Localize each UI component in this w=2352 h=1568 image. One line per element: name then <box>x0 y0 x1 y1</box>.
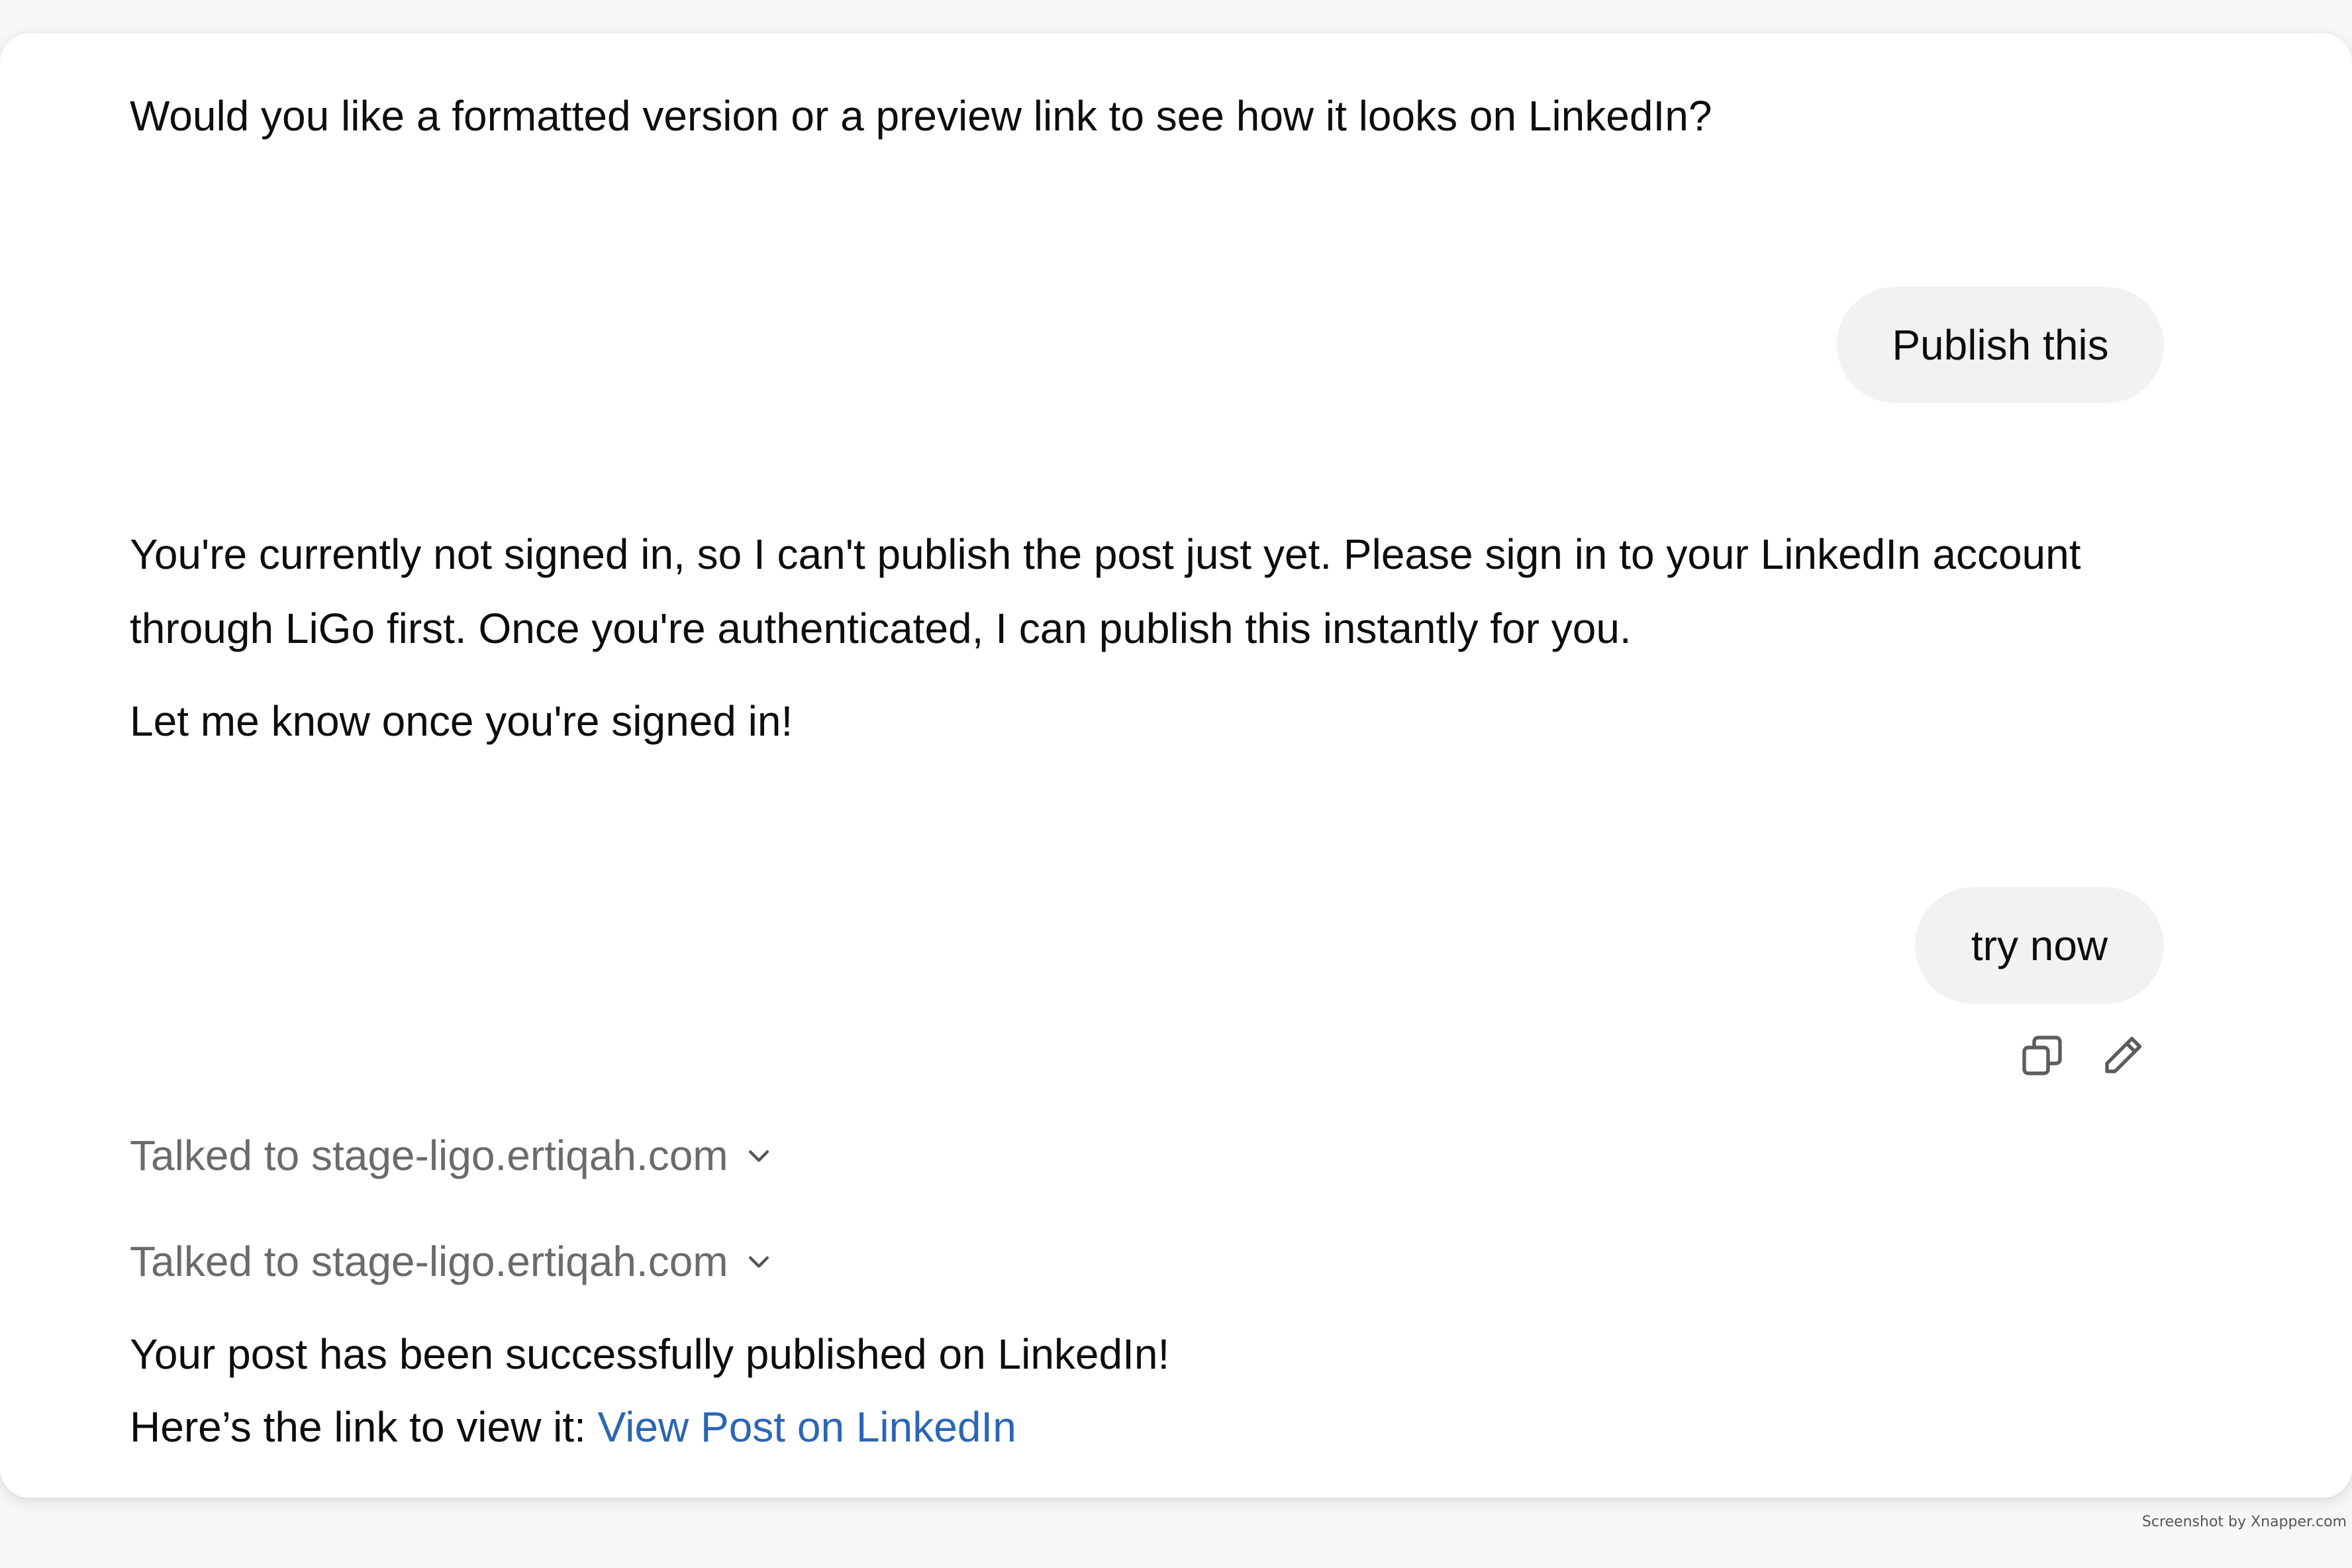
user-message-try-now: try now <box>1915 887 2164 1004</box>
copy-icon[interactable] <box>2018 1032 2066 1079</box>
tool-call-toggle-1[interactable]: Talked to stage-ligo.ertiqah.com <box>130 1131 773 1180</box>
link-prefix-text: Here’s the link to view it: <box>130 1403 598 1451</box>
assistant-message-2-followup: Let me know once you're signed in! <box>130 697 793 745</box>
assistant-message-1: Would you like a formatted version or a … <box>130 92 1712 140</box>
pencil-icon[interactable] <box>2099 1032 2147 1079</box>
user-message-text: Publish this <box>1892 321 2109 369</box>
assistant-message-2: You're currently not signed in, so I can… <box>130 530 2081 652</box>
assistant-message-3-line1: Your post has been successfully publishe… <box>130 1330 1170 1378</box>
chevron-down-icon <box>748 1256 769 1268</box>
watermark: Screenshot by Xnapper.com <box>2141 1514 2347 1530</box>
chevron-down-icon <box>748 1150 769 1162</box>
assistant-message-3-line2: Here’s the link to view it: View Post on… <box>130 1402 1016 1451</box>
user-message-publish: Publish this <box>1837 287 2164 403</box>
view-post-link[interactable]: View Post on LinkedIn <box>598 1403 1016 1451</box>
chat-card: Would you like a formatted version or a … <box>0 33 2352 1498</box>
tool-call-label: Talked to stage-ligo.ertiqah.com <box>130 1238 728 1285</box>
tool-call-toggle-2[interactable]: Talked to stage-ligo.ertiqah.com <box>130 1237 773 1286</box>
user-message-text: try now <box>1971 922 2108 969</box>
tool-call-label: Talked to stage-ligo.ertiqah.com <box>130 1132 728 1179</box>
